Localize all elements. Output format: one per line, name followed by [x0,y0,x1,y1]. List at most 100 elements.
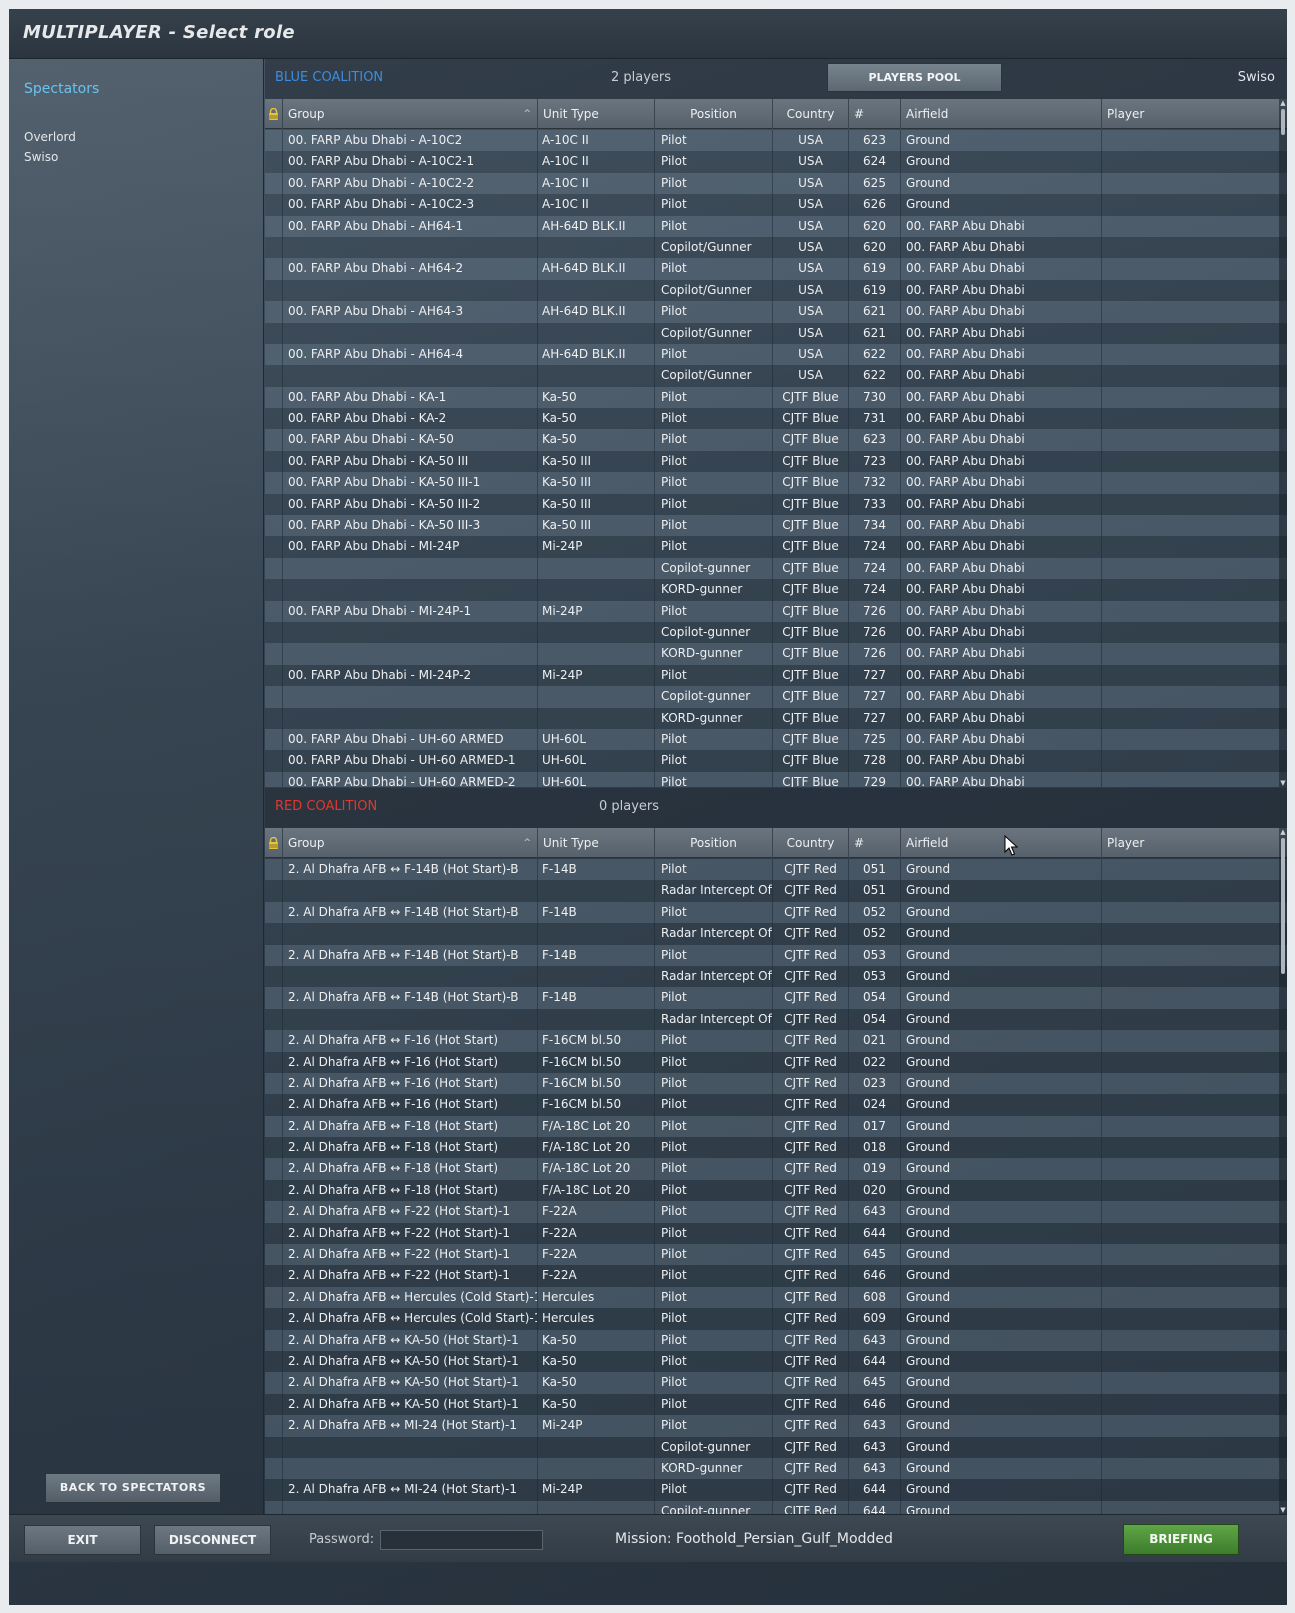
cell-player[interactable] [1102,1180,1255,1201]
table-row[interactable]: 2. Al Dhafra AFB ↔ KA-50 (Hot Start)-1 Ka… [265,1372,1287,1394]
cell-player[interactable] [1102,365,1255,386]
cell-player[interactable] [1102,622,1255,643]
table-row[interactable]: 00. FARP Abu Dhabi - KA-1 Ka-50 Pilot CJTF … [265,386,1287,409]
column-header-position[interactable]: Position [655,828,773,858]
table-row[interactable]: Radar Intercept OfficCJTF Red052Ground [265,923,1287,945]
scroll-up-icon[interactable]: ▲ [1279,828,1287,836]
table-row[interactable]: 00. FARP Abu Dhabi - A-10C2 A-10C II Pilot… [265,130,1287,152]
cell-player[interactable] [1102,750,1255,771]
column-header-number[interactable]: # [849,99,901,129]
lock-column-header[interactable] [265,99,283,129]
cell-player[interactable] [1102,130,1255,151]
table-row[interactable]: 2. Al Dhafra AFB ↔ F-18 (Hot Start) F/A-1… [265,1158,1287,1180]
cell-player[interactable] [1102,1009,1255,1030]
table-row[interactable]: 00. FARP Abu Dhabi - AH64-4 AH-64D BLK.II… [265,343,1287,366]
exit-button[interactable]: EXIT [24,1525,141,1555]
column-header-player[interactable]: Player [1102,828,1255,858]
cell-player[interactable] [1102,1244,1255,1265]
back-to-spectators-button[interactable]: BACK TO SPECTATORS [45,1473,221,1503]
table-row[interactable]: Radar Intercept OfficCJTF Red054Ground [265,1008,1287,1031]
table-row[interactable]: Copilot/Gunner USA 619 00. FARP Abu Dhabi [265,279,1287,302]
cell-player[interactable] [1102,1030,1255,1051]
table-row[interactable]: 2. Al Dhafra AFB ↔ KA-50 (Hot Start)-1 Ka… [265,1329,1287,1351]
cell-player[interactable] [1102,1287,1255,1308]
table-row[interactable]: 00. FARP Abu Dhabi - A-10C2-3 A-10C II Pil… [265,194,1287,216]
cell-player[interactable] [1102,1052,1255,1073]
cell-player[interactable] [1102,408,1255,429]
table-row[interactable]: 00. FARP Abu Dhabi - KA-50 III-2 Ka-50 II… [265,493,1287,516]
disconnect-button[interactable]: DISCONNECT [154,1525,271,1555]
cell-player[interactable] [1102,387,1255,408]
table-row[interactable]: 00. FARP Abu Dhabi - A-10C2-2 A-10C II Pil… [265,172,1287,195]
red-scrollbar[interactable]: ▲ ▼ [1279,828,1287,1514]
cell-player[interactable] [1102,280,1255,301]
table-row[interactable]: KORD-gunner CJTF Blue 727 00. FARP Abu Dhab… [265,707,1287,729]
cell-player[interactable] [1102,344,1255,365]
table-row[interactable]: 2. Al Dhafra AFB ↔ F-16 (Hot Start) F-16C… [265,1030,1287,1052]
table-row[interactable]: 2. Al Dhafra AFB ↔ Hercules (Cold Start)… [265,1308,1287,1330]
table-row[interactable]: Radar Intercept OfficCJTF Red051Ground [265,880,1287,902]
table-row[interactable]: 2. Al Dhafra AFB ↔ F-14B (Hot Start)-B F-… [265,944,1287,966]
table-row[interactable]: KORD-gunner CJTF Red 643 Ground [265,1457,1287,1480]
cell-player[interactable] [1102,1158,1255,1179]
table-row[interactable]: 2. Al Dhafra AFB ↔ KA-50 (Hot Start)-1 Ka… [265,1393,1287,1416]
table-row[interactable]: Copilot/Gunner USA 622 00. FARP Abu Dhabi [265,365,1287,387]
table-row[interactable]: 2. Al Dhafra AFB ↔ F-22 (Hot Start)-1 F-2… [265,1201,1287,1223]
table-row[interactable]: Copilot-gunner CJTF Blue 724 00. FARP Abu D… [265,557,1287,580]
table-row[interactable]: Copilot-gunner CJTF Red 644 Ground [265,1500,1287,1514]
table-row[interactable]: Copilot/Gunner USA 620 00. FARP Abu Dhabi [265,236,1287,259]
column-header-player[interactable]: Player [1102,99,1255,129]
column-header-group[interactable]: Group ^ [283,99,538,129]
cell-player[interactable] [1102,1094,1255,1115]
cell-player[interactable] [1102,945,1255,966]
cell-player[interactable] [1102,173,1255,194]
cell-player[interactable] [1102,859,1255,880]
cell-player[interactable] [1102,987,1255,1008]
table-row[interactable]: 00. FARP Abu Dhabi - KA-50 Ka-50 Pilot CJTF… [265,429,1287,451]
table-row[interactable]: 2. Al Dhafra AFB ↔ F-14B (Hot Start)-B F-… [265,987,1287,1009]
column-header-country[interactable]: Country [773,828,849,858]
table-row[interactable]: 2. Al Dhafra AFB ↔ F-14B (Hot Start)-B F-… [265,901,1287,924]
scroll-thumb[interactable] [1281,109,1285,135]
column-header-number[interactable]: # [849,828,901,858]
cell-player[interactable] [1102,729,1255,750]
cell-player[interactable] [1102,665,1255,686]
cell-player[interactable] [1102,216,1255,237]
cell-player[interactable] [1102,515,1255,536]
cell-player[interactable] [1102,1415,1255,1436]
cell-player[interactable] [1102,1479,1255,1500]
column-header-position[interactable]: Position [655,99,773,129]
blue-scrollbar[interactable]: ▲ ▼ [1279,99,1287,787]
cell-player[interactable] [1102,923,1255,944]
spectators-label[interactable]: Spectators [24,81,99,97]
column-header-airfield[interactable]: Airfield [901,828,1102,858]
cell-player[interactable] [1102,323,1255,344]
table-row[interactable]: 2. Al Dhafra AFB ↔ F-14B (Hot Start)-B F-… [265,859,1287,881]
cell-player[interactable] [1102,151,1255,172]
scroll-thumb[interactable] [1281,838,1285,974]
table-row[interactable]: 2. Al Dhafra AFB ↔ F-22 (Hot Start)-1 F-2… [265,1244,1287,1266]
column-header-group[interactable]: Group ^ [283,828,538,858]
table-row[interactable]: 00. FARP Abu Dhabi - MI-24P Mi-24P Pilot CJ… [265,536,1287,558]
cell-player[interactable] [1102,194,1255,215]
column-header-country[interactable]: Country [773,99,849,129]
table-row[interactable]: Radar Intercept OfficCJTF Red053Ground [265,965,1287,988]
cell-player[interactable] [1102,1437,1255,1458]
cell-player[interactable] [1102,301,1255,322]
cell-player[interactable] [1102,772,1255,787]
table-row[interactable]: 00. FARP Abu Dhabi - UH-60 ARMED-1 UH-60L… [265,750,1287,772]
cell-player[interactable] [1102,966,1255,987]
cell-player[interactable] [1102,1265,1255,1286]
table-row[interactable]: 00. FARP Abu Dhabi - KA-2 Ka-50 Pilot CJTF … [265,408,1287,430]
cell-player[interactable] [1102,494,1255,515]
scroll-down-icon[interactable]: ▼ [1279,1506,1287,1514]
cell-player[interactable] [1102,558,1255,579]
players-pool-button[interactable]: PLAYERS POOL [827,63,1002,92]
table-row[interactable]: 2. Al Dhafra AFB ↔ MI-24 (Hot Start)-1 Mi… [265,1479,1287,1501]
table-row[interactable]: KORD-gunner CJTF Blue 724 00. FARP Abu Dhab… [265,579,1287,601]
table-row[interactable]: 00. FARP Abu Dhabi - MI-24P-2 Mi-24P Pilot… [265,664,1287,687]
cell-player[interactable] [1102,472,1255,493]
table-row[interactable]: 2. Al Dhafra AFB ↔ F-16 (Hot Start) F-16C… [265,1072,1287,1095]
cell-player[interactable] [1102,880,1255,901]
cell-player[interactable] [1102,258,1255,279]
